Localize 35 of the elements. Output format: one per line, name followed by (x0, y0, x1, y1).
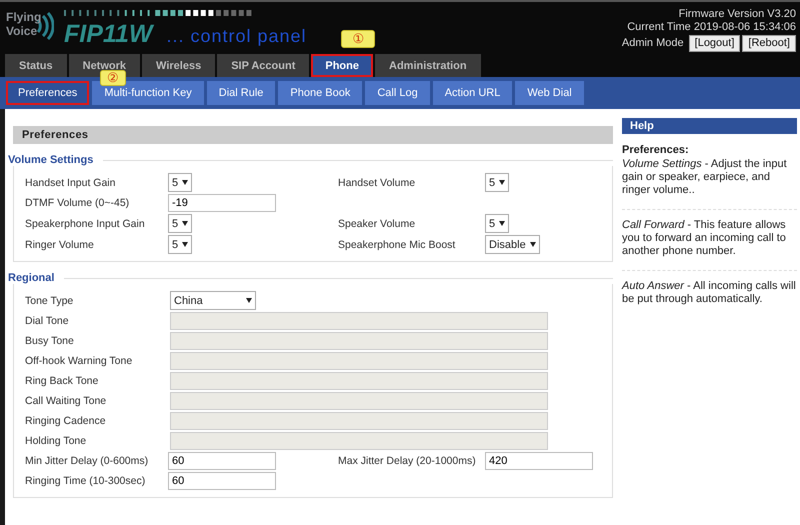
field-label: Ring Back Tone (25, 375, 100, 387)
field-label: Speaker Volume (338, 218, 416, 230)
field-label: Speakerphone Mic Boost (338, 238, 456, 250)
field-label: Busy Tone (25, 335, 75, 347)
field-label: Ringer Volume (25, 238, 95, 250)
field-label: Ringing Time (10-300sec) (25, 475, 146, 487)
field-label: Max Jitter Delay (20-1000ms) (338, 455, 477, 467)
field-label: Holding Tone (25, 435, 88, 447)
model-name: FIP11W (64, 20, 152, 48)
subtitle: ... control panel (166, 25, 307, 48)
help-title: Help (622, 118, 797, 134)
field-label: Dial Tone (25, 315, 70, 327)
field-label: DTMF Volume (0~-45) (25, 197, 130, 209)
help-text: Volume Settings - Adjust the input gain or speaker, earpiece, and ringer volume.. (622, 156, 797, 210)
help-text: Call Forward - This feature allows you to forward an incoming call to another phone number. (622, 217, 797, 271)
field-label: Call Waiting Tone (25, 395, 108, 407)
callout-tooltip: ① (341, 30, 376, 48)
field-label: Handset Volume (338, 176, 416, 188)
field-label: Tone Type (25, 294, 74, 306)
brand-text: Flying (6, 10, 42, 24)
help-heading: Preferences: (622, 144, 690, 156)
field-label: Off-hook Warning Tone (25, 355, 134, 367)
help-text: Auto Answer - All incoming calls will be put through automatically. (622, 279, 797, 307)
field-label: Handset Input Gain (25, 176, 116, 188)
current-time: Current Time 2019-08-06 15:34:06 (627, 21, 796, 34)
field-label: Ringing Cadence (25, 415, 107, 427)
firmware-version: Firmware Version V3.20 (678, 8, 796, 21)
page-title: Preferences (13, 126, 613, 144)
field-label: Speakerphone Input Gain (25, 218, 146, 230)
admin-mode: Admin Mode (622, 37, 684, 50)
field-label: Min Jitter Delay (0-600ms) (25, 455, 150, 467)
section-legend: Regional (8, 272, 613, 284)
callout-tooltip: ② (100, 70, 126, 86)
section-legend: Volume Settings (8, 154, 613, 166)
brand-text: Voice (6, 24, 38, 38)
